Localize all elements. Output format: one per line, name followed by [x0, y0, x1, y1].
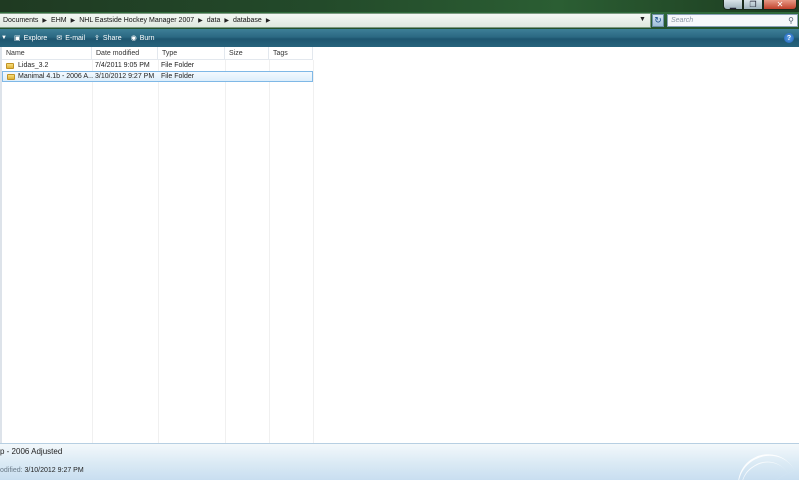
breadcrumb-ehm[interactable]: EHM	[51, 17, 67, 24]
details-pane: p - 2006 Adjusted odified: 3/10/2012 9:2…	[0, 443, 799, 480]
address-row: Documents ▶ EHM ▶ NHL Eastside Hockey Ma…	[0, 12, 799, 29]
email-button[interactable]: ✉ E-mail	[56, 34, 86, 43]
file-type: File Folder	[161, 73, 195, 80]
breadcrumb-nhl-eastside[interactable]: NHL Eastside Hockey Manager 2007	[79, 17, 194, 24]
window-titlebar: ▁ ❐ ✕	[0, 0, 799, 12]
column-header-type[interactable]: Type	[158, 47, 225, 60]
column-header-size[interactable]: Size	[225, 47, 269, 60]
breadcrumb-separator-icon[interactable]: ▶	[224, 17, 229, 24]
details-modified-value: 3/10/2012 9:27 PM	[24, 467, 84, 474]
breadcrumb-separator-icon[interactable]: ▶	[266, 17, 271, 24]
email-icon: ✉	[56, 35, 63, 42]
share-label: Share	[102, 34, 122, 42]
column-divider	[92, 60, 93, 443]
column-divider	[158, 60, 159, 443]
breadcrumb-separator-icon[interactable]: ▶	[198, 17, 203, 24]
column-header-date-modified[interactable]: Date modified	[92, 47, 158, 60]
column-divider	[225, 60, 226, 443]
column-divider	[313, 60, 314, 443]
close-button[interactable]: ✕	[763, 0, 797, 10]
command-bar: ▼ ▣ Explore ✉ E-mail ⇪ Share ◉ Burn ?	[0, 29, 799, 47]
column-header-name[interactable]: Name	[2, 47, 92, 60]
file-row-selected[interactable]: Manimal 4.1b - 2006 A... 3/10/2012 9:27 …	[2, 71, 313, 82]
breadcrumb-documents[interactable]: Documents	[3, 17, 38, 24]
breadcrumb-separator-icon[interactable]: ▶	[71, 17, 76, 24]
explore-label: Explore	[23, 34, 48, 42]
details-item-name: p - 2006 Adjusted	[0, 447, 63, 456]
refresh-button[interactable]: ↻	[652, 14, 664, 27]
burn-button[interactable]: ◉ Burn	[130, 34, 155, 43]
file-date: 3/10/2012 9:27 PM	[95, 73, 155, 80]
breadcrumb-separator-icon[interactable]: ▶	[42, 17, 47, 24]
folder-icon	[6, 63, 14, 69]
search-icon[interactable]: ⚲	[788, 15, 794, 26]
folder-icon	[7, 74, 15, 80]
organize-dropdown-icon[interactable]: ▼	[1, 35, 7, 41]
breadcrumb-data[interactable]: data	[207, 17, 221, 24]
refresh-icon: ↻	[654, 15, 662, 25]
file-name[interactable]: Manimal 4.1b - 2006 A...	[18, 72, 93, 83]
column-divider	[269, 60, 270, 443]
minimize-button[interactable]: ▁	[723, 0, 743, 10]
breadcrumb-database[interactable]: database	[233, 17, 262, 24]
burn-icon: ◉	[130, 35, 137, 42]
help-button[interactable]: ?	[784, 33, 794, 43]
maximize-button[interactable]: ❐	[743, 0, 763, 10]
help-icon: ?	[786, 34, 792, 42]
share-button[interactable]: ⇪ Share	[94, 34, 122, 43]
explore-button[interactable]: ▣ Explore	[13, 34, 48, 43]
search-placeholder: Search	[671, 17, 694, 24]
column-header-tags[interactable]: Tags	[269, 47, 313, 60]
address-dropdown-icon[interactable]: ▼	[639, 16, 646, 23]
email-label: E-mail	[65, 34, 86, 42]
details-date-modified: odified: 3/10/2012 9:27 PM	[0, 467, 84, 474]
burn-label: Burn	[139, 34, 155, 42]
caption-buttons: ▁ ❐ ✕	[723, 0, 797, 11]
address-bar[interactable]: Documents ▶ EHM ▶ NHL Eastside Hockey Ma…	[0, 13, 651, 28]
navigation-pane-edge[interactable]	[0, 47, 2, 443]
details-modified-label: odified:	[0, 467, 23, 474]
search-input[interactable]: Search ⚲	[667, 14, 798, 27]
share-icon: ⇪	[94, 35, 100, 42]
column-header-row: Name Date modified Type Size Tags	[2, 47, 313, 60]
explore-icon: ▣	[13, 35, 21, 42]
file-list[interactable]: Name Date modified Type Size Tags Lidas_…	[0, 47, 799, 443]
